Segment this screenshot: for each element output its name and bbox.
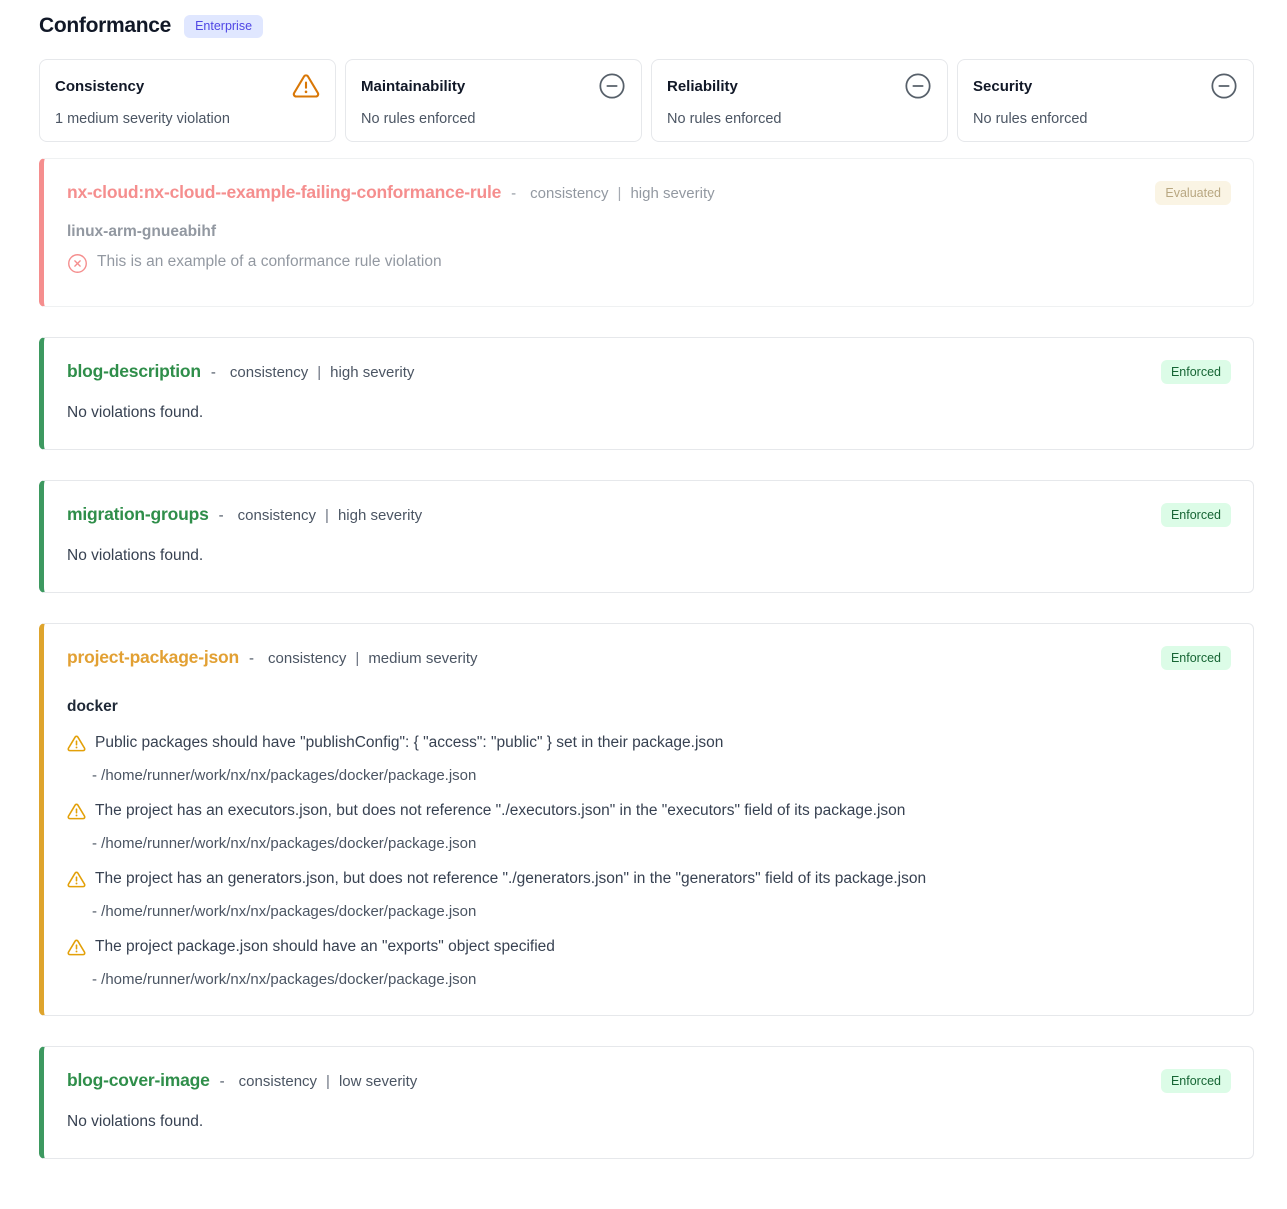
violation-row: This is an example of a conformance rule… (67, 252, 1229, 279)
rule-header: project-package-json - consistency | med… (67, 647, 1229, 668)
violation-item: Public packages should have "publishConf… (67, 733, 1229, 784)
project-name: linux-arm-gnueabihf (67, 223, 1229, 241)
enforced-badge: Enforced (1161, 1069, 1231, 1093)
rule-card-blog-description: blog-description - consistency | high se… (39, 337, 1254, 450)
rule-name-link[interactable]: migration-groups (67, 504, 209, 525)
rule-severity: medium severity (368, 650, 477, 667)
rule-severity: high severity (330, 364, 414, 381)
summary-card-reliability: Reliability No rules enforced (651, 59, 948, 142)
meta-separator: | (326, 1073, 330, 1090)
violation-message: Public packages should have "publishConf… (95, 733, 723, 754)
rule-result-text: No violations found. (67, 404, 1229, 422)
meta-dash: - (219, 507, 224, 524)
summary-card-top: Reliability (667, 72, 932, 100)
rule-category: consistency (268, 650, 346, 667)
violation-item: The project has an executors.json, but d… (67, 801, 1229, 852)
rule-category: consistency (239, 1073, 317, 1090)
rule-result-text: No violations found. (67, 547, 1229, 565)
violation-message: The project package.json should have an … (95, 937, 555, 958)
rule-header: nx-cloud:nx-cloud--example-failing-confo… (67, 182, 1229, 203)
enterprise-plan-badge: Enterprise (184, 15, 263, 38)
summary-card-status: No rules enforced (973, 111, 1238, 127)
warning-triangle-icon (67, 937, 86, 962)
violation-row: The project has an executors.json, but d… (67, 801, 1229, 826)
rule-severity: high severity (338, 507, 422, 524)
minus-circle-icon (598, 72, 626, 100)
rule-severity: low severity (339, 1073, 417, 1090)
summary-card-consistency: Consistency 1 medium severity violation (39, 59, 336, 142)
meta-dash: - (211, 364, 216, 381)
rule-name-link[interactable]: nx-cloud:nx-cloud--example-failing-confo… (67, 182, 501, 203)
rule-category: consistency (530, 185, 608, 202)
meta-separator: | (317, 364, 321, 381)
conformance-page: Conformance Enterprise Consistency 1 med… (0, 0, 1287, 1209)
page-header: Conformance Enterprise (39, 14, 1254, 38)
page-title: Conformance (39, 14, 171, 38)
rule-header: migration-groups - consistency | high se… (67, 504, 1229, 525)
violation-item: The project has an generators.json, but … (67, 869, 1229, 920)
violation-row: The project has an generators.json, but … (67, 869, 1229, 894)
rule-card-example-failing-conformance-rule: nx-cloud:nx-cloud--example-failing-confo… (39, 158, 1254, 307)
violation-row: Public packages should have "publishConf… (67, 733, 1229, 758)
meta-dash: - (249, 650, 254, 667)
rule-name-link[interactable]: blog-cover-image (67, 1070, 210, 1091)
rule-card-blog-cover-image: blog-cover-image - consistency | low sev… (39, 1046, 1254, 1159)
summary-card-title: Reliability (667, 72, 738, 95)
rule-category: consistency (238, 507, 316, 524)
summary-card-title: Consistency (55, 72, 144, 95)
meta-separator: | (325, 507, 329, 524)
summary-card-status: 1 medium severity violation (55, 111, 320, 127)
warning-triangle-icon (67, 733, 86, 758)
meta-separator: | (355, 650, 359, 667)
violation-message: The project has an generators.json, but … (95, 869, 926, 890)
violation-message: This is an example of a conformance rule… (97, 252, 442, 273)
project-name: docker (67, 698, 1229, 716)
rule-category: consistency (230, 364, 308, 381)
warning-triangle-icon (292, 72, 320, 100)
violation-path: - /home/runner/work/nx/nx/packages/docke… (92, 835, 1229, 852)
enforced-badge: Enforced (1161, 646, 1231, 670)
minus-circle-icon (1210, 72, 1238, 100)
violation-path: - /home/runner/work/nx/nx/packages/docke… (92, 903, 1229, 920)
summary-card-top: Security (973, 72, 1238, 100)
summary-card-top: Maintainability (361, 72, 626, 100)
x-circle-icon (67, 252, 88, 279)
enforced-badge: Enforced (1161, 503, 1231, 527)
rule-card-project-package-json: project-package-json - consistency | med… (39, 623, 1254, 1016)
summary-card-top: Consistency (55, 72, 320, 100)
violation-row: The project package.json should have an … (67, 937, 1229, 962)
rule-name-link[interactable]: blog-description (67, 361, 201, 382)
summary-card-maintainability: Maintainability No rules enforced (345, 59, 642, 142)
summary-card-status: No rules enforced (361, 111, 626, 127)
summary-card-title: Security (973, 72, 1032, 95)
warning-triangle-icon (67, 869, 86, 894)
summary-card-status: No rules enforced (667, 111, 932, 127)
summary-card-title: Maintainability (361, 72, 465, 95)
summary-card-security: Security No rules enforced (957, 59, 1254, 142)
summary-cards-row: Consistency 1 medium severity violation … (39, 59, 1254, 142)
violation-path: - /home/runner/work/nx/nx/packages/docke… (92, 971, 1229, 988)
warning-triangle-icon (67, 801, 86, 826)
enforced-badge: Enforced (1161, 360, 1231, 384)
violation-path: - /home/runner/work/nx/nx/packages/docke… (92, 767, 1229, 784)
meta-separator: | (618, 185, 622, 202)
meta-dash: - (220, 1073, 225, 1090)
minus-circle-icon (904, 72, 932, 100)
rule-result-text: No violations found. (67, 1113, 1229, 1131)
violation-item: The project package.json should have an … (67, 937, 1229, 988)
rule-severity: high severity (630, 185, 714, 202)
rule-header: blog-cover-image - consistency | low sev… (67, 1070, 1229, 1091)
rule-card-migration-groups: migration-groups - consistency | high se… (39, 480, 1254, 593)
meta-dash: - (511, 185, 516, 202)
evaluated-badge: Evaluated (1155, 181, 1231, 205)
rule-name-link[interactable]: project-package-json (67, 647, 239, 668)
violation-message: The project has an executors.json, but d… (95, 801, 905, 822)
rule-header: blog-description - consistency | high se… (67, 361, 1229, 382)
